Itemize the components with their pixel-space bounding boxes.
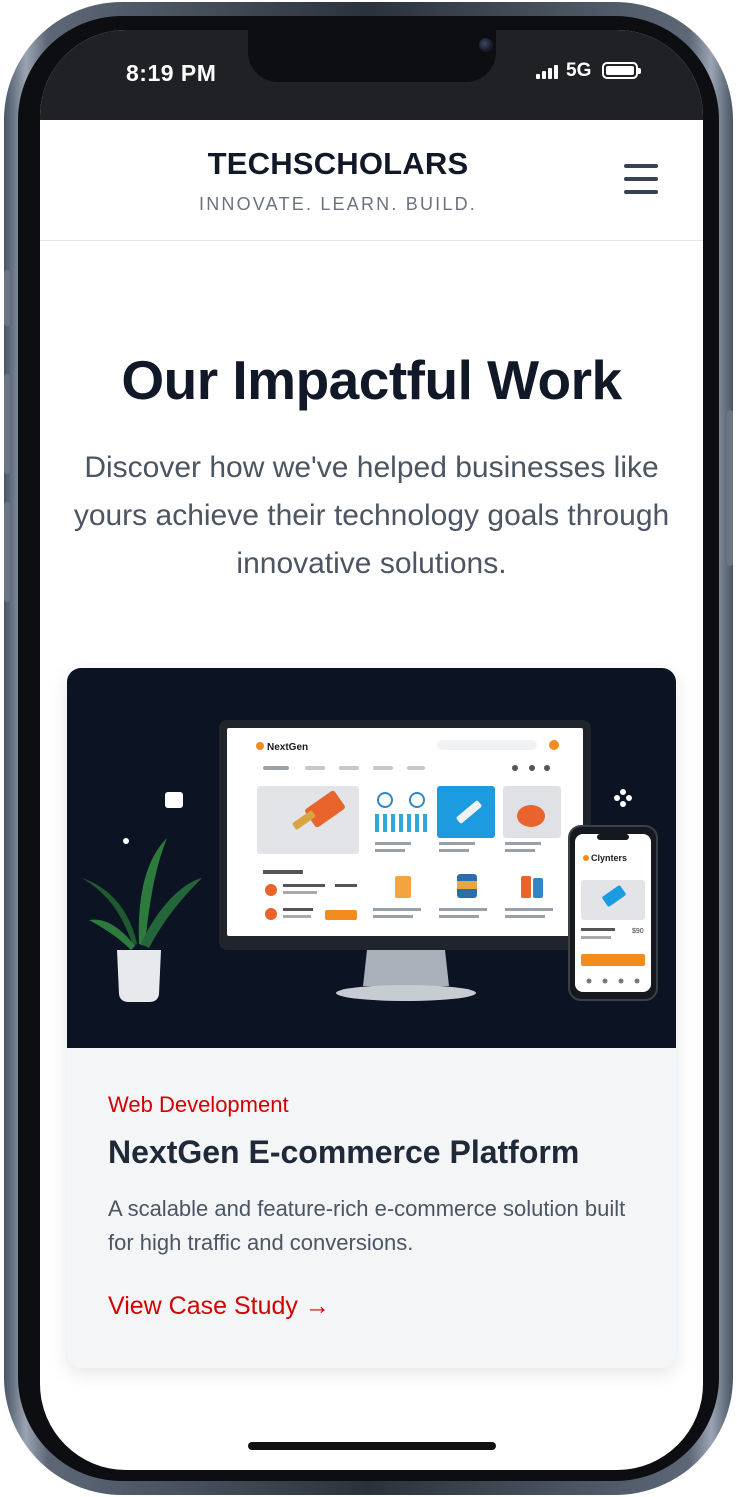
site-header: TECHSCHOLARS INNOVATE. LEARN. BUILD. (40, 120, 703, 241)
signal-icon (536, 65, 560, 79)
view-case-study-link[interactable]: View Case Study → (108, 1292, 330, 1321)
mute-switch (4, 270, 10, 326)
mockup-desktop-logo: NextGen (267, 742, 308, 753)
case-study-card[interactable]: NextGen Clynters $90 Web Development Nex… (67, 668, 676, 1368)
brand-logo[interactable]: TECHSCHOLARS (160, 146, 516, 182)
volume-up-button (4, 374, 10, 474)
power-button (727, 410, 733, 566)
status-bar: 8:19 PM 5G (40, 30, 703, 120)
mockup-phone-logo: Clynters (591, 853, 627, 863)
case-study-category: Web Development (108, 1092, 289, 1117)
network-type: 5G (566, 60, 592, 81)
shopping-bag-icon (165, 792, 183, 808)
front-camera (479, 38, 493, 52)
page-title: Our Impactful Work (121, 349, 622, 411)
case-study-title: NextGen E-commerce Platform (108, 1134, 580, 1170)
smartphone-mockup: Clynters $90 (568, 825, 658, 1001)
volume-down-button (4, 502, 10, 602)
battery-icon (602, 62, 641, 79)
case-study-image: NextGen Clynters $90 (67, 668, 676, 1048)
sparkle-icon (614, 789, 632, 807)
devices-mockup-illustration: NextGen Clynters $90 (82, 720, 658, 1002)
page-subtitle: Discover how we've helped businesses lik… (73, 451, 670, 580)
case-study-description: A scalable and feature-rich e-commerce s… (108, 1196, 626, 1255)
brand-tagline: INNOVATE. LEARN. BUILD. (199, 194, 477, 214)
home-indicator[interactable] (248, 1442, 496, 1450)
status-time: 8:19 PM (126, 60, 217, 86)
mockup-phone-price: $90 (632, 928, 644, 935)
notch (248, 30, 496, 82)
hamburger-menu-icon[interactable] (622, 162, 660, 196)
potted-plant (82, 838, 202, 1002)
phone-screen: 8:19 PM 5G TECHSCHOLARS INNOVATE. LEARN.… (40, 30, 703, 1470)
decor-dot (123, 838, 129, 844)
desktop-monitor: NextGen (219, 720, 591, 1001)
